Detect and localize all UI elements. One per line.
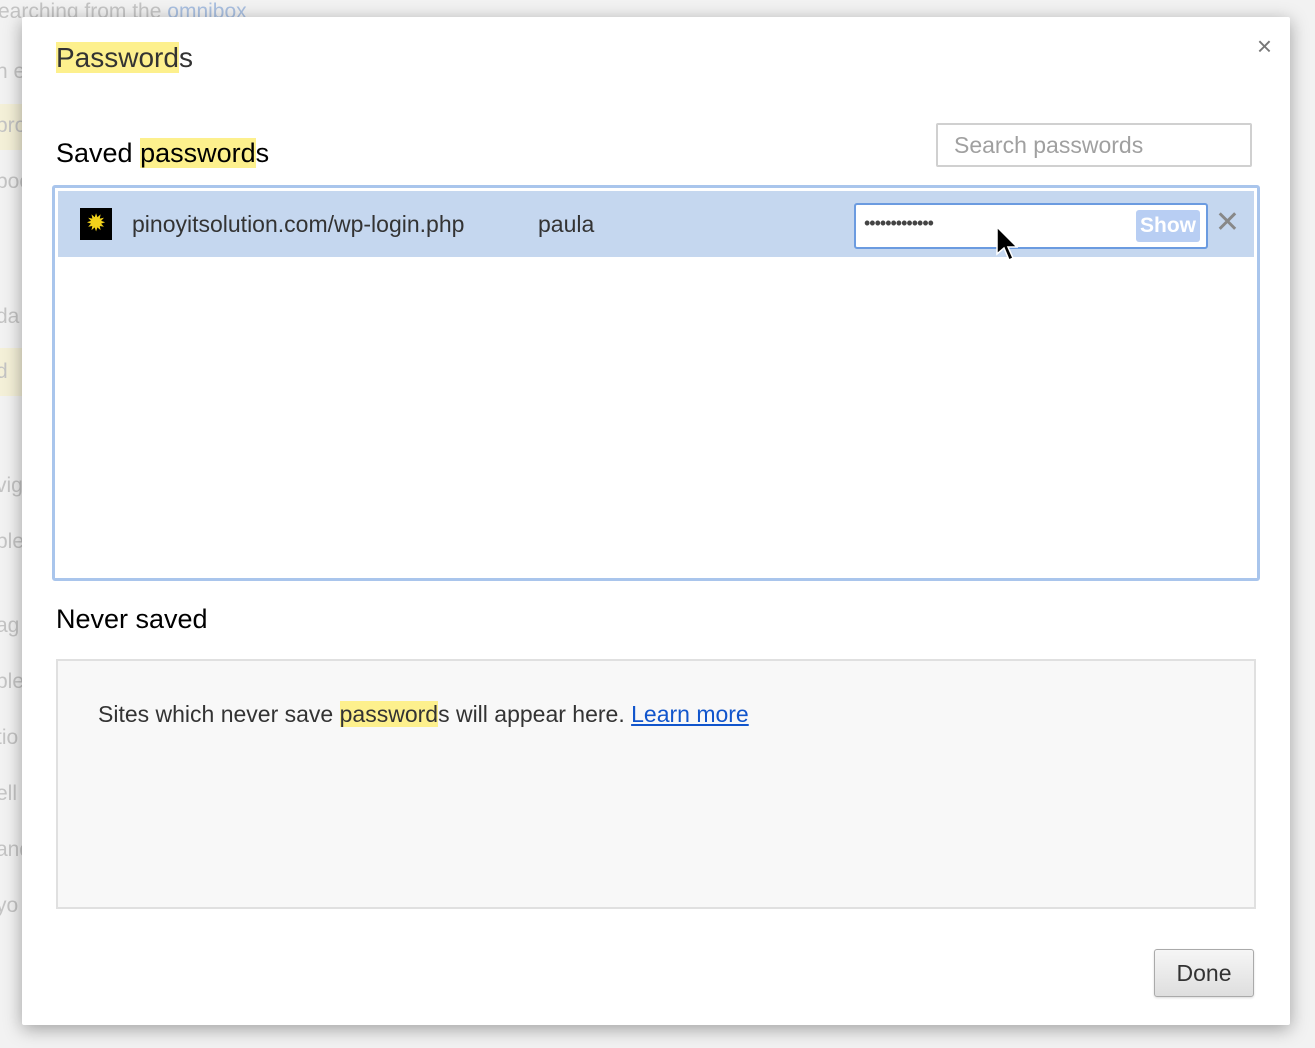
background-text: ell: [0, 782, 18, 805]
never-saved-list: Sites which never save passwords will ap…: [56, 659, 1256, 909]
site-url: pinoyitsolution.com/wp-login.php: [132, 211, 465, 237]
password-field[interactable]: ••••••••••••• Show: [854, 203, 1208, 249]
mouse-cursor-icon: [996, 226, 1018, 262]
search-passwords-input[interactable]: [936, 123, 1252, 167]
sun-icon: ✹: [80, 208, 112, 240]
saved-passwords-list: ✹ pinoyitsolution.com/wp-login.php paula…: [52, 185, 1260, 581]
never-saved-heading: Never saved: [56, 604, 208, 634]
never-saved-message: Sites which never save passwords will ap…: [98, 701, 749, 727]
show-password-button[interactable]: Show: [1136, 210, 1200, 242]
background-text: ag: [0, 614, 20, 637]
learn-more-link[interactable]: Learn more: [631, 701, 749, 727]
password-masked: •••••••••••••: [864, 213, 934, 233]
username: paula: [538, 211, 595, 237]
background-text: vig: [0, 474, 23, 497]
dialog-title: Passwords: [56, 42, 193, 73]
background-text: ple: [0, 670, 25, 693]
background-text: yo: [0, 894, 19, 917]
delete-icon[interactable]: ✕: [1215, 205, 1240, 240]
password-row[interactable]: ✹ pinoyitsolution.com/wp-login.php paula…: [58, 191, 1254, 257]
passwords-dialog: Passwords × Saved passwords ✹ pinoyitsol…: [22, 17, 1290, 1025]
background-text: d: [0, 360, 8, 383]
saved-passwords-heading: Saved passwords: [56, 138, 270, 168]
background-text: da: [0, 305, 20, 328]
done-button[interactable]: Done: [1154, 949, 1254, 997]
background-text: ple: [0, 530, 25, 553]
close-icon[interactable]: ×: [1257, 31, 1272, 62]
background-text: tio: [0, 726, 19, 749]
